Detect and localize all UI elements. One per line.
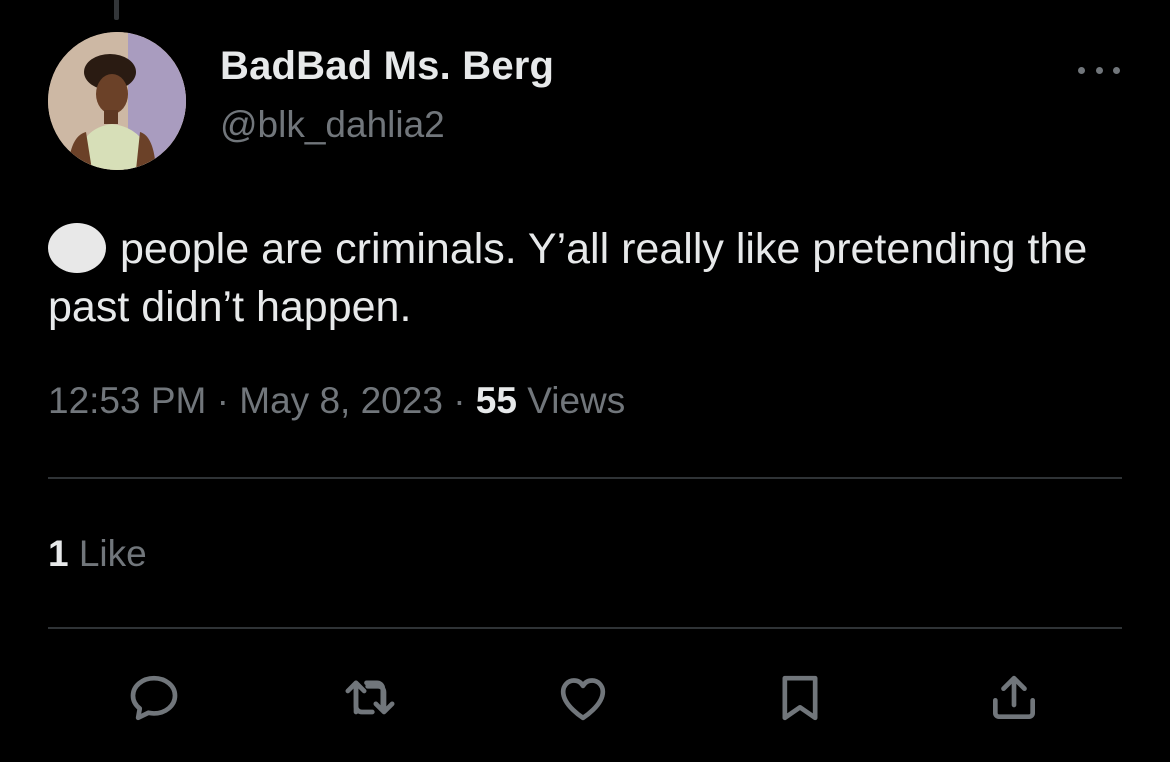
author-handle[interactable]: @blk_dahlia2 (220, 104, 445, 146)
avatar-image (48, 32, 186, 170)
bookmark-button[interactable] (770, 670, 830, 726)
more-dot (1078, 66, 1085, 74)
views-count: 55 (475, 380, 517, 421)
author-display-name[interactable]: BadBad Ms. Berg (220, 44, 554, 89)
divider (48, 477, 1122, 479)
retweet-icon (345, 680, 395, 715)
bookmark-icon (782, 675, 818, 721)
white-circle-emoji-icon (48, 223, 106, 273)
meta-separator: · (453, 380, 466, 421)
tweet-date[interactable]: May 8, 2023 (239, 380, 443, 421)
meta-separator: · (216, 380, 229, 421)
more-dot (1095, 66, 1103, 74)
thread-connector-line (114, 0, 119, 20)
retweet-button[interactable] (340, 670, 400, 726)
tweet-text: people are criminals. Y’all really like … (48, 220, 1128, 336)
likes-count: 1 (48, 533, 69, 574)
tweet-body: people are criminals. Y’all really like … (48, 225, 1088, 331)
share-icon (993, 675, 1035, 719)
heart-icon (560, 678, 606, 721)
tweet-time[interactable]: 12:53 PM (48, 380, 206, 421)
reply-button[interactable] (124, 670, 184, 726)
tweet-metadata: 12:53 PM · May 8, 2023 · 55 Views (48, 380, 625, 422)
share-button[interactable] (984, 670, 1044, 726)
more-dot (1113, 66, 1120, 74)
likes-summary[interactable]: 1 Like (48, 533, 147, 575)
more-options-icon[interactable] (1074, 56, 1124, 84)
likes-label: Like (78, 533, 147, 574)
views-label: Views (527, 380, 626, 421)
like-button[interactable] (553, 670, 613, 726)
avatar[interactable] (48, 32, 186, 170)
divider (48, 627, 1122, 629)
reply-icon (130, 675, 178, 721)
